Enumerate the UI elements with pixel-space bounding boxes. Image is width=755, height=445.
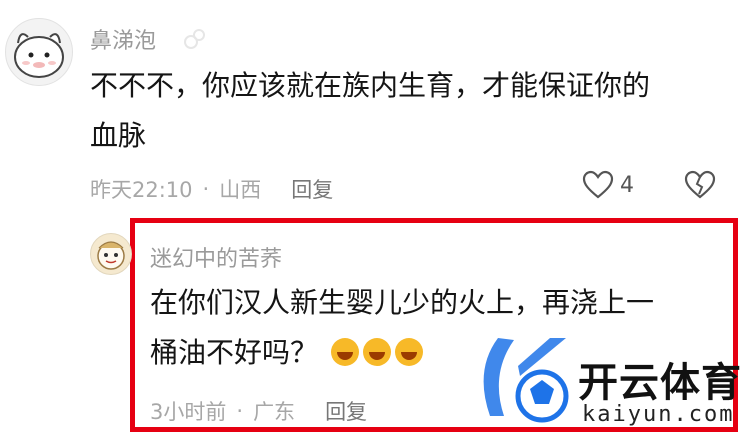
reply-button[interactable]: 回复 [291, 174, 333, 204]
avatar[interactable] [90, 233, 132, 275]
comment-meta: 3小时前 · 广东 回复 [150, 396, 367, 426]
heart-icon [582, 170, 614, 199]
comment-location: 广东 [253, 400, 296, 424]
like-button[interactable]: 4 [582, 170, 634, 200]
watermark-brand: 开云体育 [578, 360, 742, 406]
reply-button[interactable]: 回复 [325, 396, 367, 426]
comment-location: 山西 [219, 178, 262, 202]
watermark-url: kaiyun.com [582, 402, 735, 427]
like-count: 4 [620, 172, 634, 198]
comment-text-line: 在你们汉人新生婴儿少的火上，再浇上一 [150, 286, 655, 319]
laughing-emoji-icon [394, 338, 423, 366]
separator-dot: · [202, 177, 210, 201]
laughing-emoji-icon [330, 338, 359, 366]
username[interactable]: 鼻涕泡 [90, 23, 156, 55]
cartoon-avatar-icon [97, 241, 125, 270]
badge-icon [182, 26, 208, 56]
kaiyun-logo-icon [483, 338, 569, 423]
separator-dot: · [236, 399, 244, 423]
comment-time: 昨天22:10 [90, 178, 193, 202]
comment-text-segment: 桶油不好吗？ [150, 336, 319, 369]
watermark: 开云体育 kaiyun.com [470, 330, 755, 440]
laughing-emoji-icon [362, 338, 391, 366]
cartoon-face-icon [14, 33, 64, 78]
dislike-button[interactable] [684, 170, 716, 204]
broken-heart-icon [684, 170, 716, 199]
avatar[interactable] [5, 18, 73, 86]
comment-meta: 昨天22:10 · 山西 回复 [90, 174, 333, 204]
comment-text: 不不不，你应该就在族内生育，才能保证你的 血脉 [90, 61, 740, 161]
username[interactable]: 迷幻中的苦荞 [150, 241, 282, 273]
comment-text-line: 不不不，你应该就在族内生育，才能保证你的 [90, 69, 651, 102]
comment-text-line: 血脉 [90, 119, 147, 152]
comment-time: 3小时前 [150, 400, 227, 424]
